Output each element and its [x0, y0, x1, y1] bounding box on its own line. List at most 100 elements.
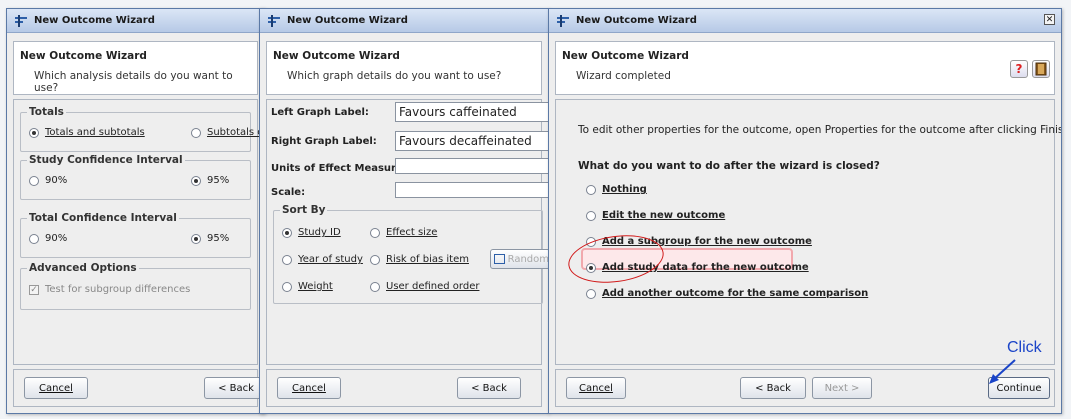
back-button[interactable]: < Back	[457, 377, 521, 399]
wizard-footer: Cancel < Back Next > Continue	[555, 369, 1055, 407]
title-bar[interactable]: New Outcome Wizard	[260, 9, 548, 33]
wizard-window-icon	[267, 14, 281, 27]
group-title: Study Confidence Interval	[27, 154, 185, 166]
study-ci-group: Study Confidence Interval 90% 95%	[20, 154, 251, 200]
right-graph-label: Right Graph Label:	[271, 136, 377, 147]
edit-new-outcome-radio[interactable]: Edit the new outcome	[586, 210, 725, 221]
close-icon[interactable]: ✕	[1044, 14, 1055, 25]
sort-by-group: Sort By Study ID Effect size Year of stu…	[273, 204, 548, 304]
window-title: New Outcome Wizard	[287, 15, 408, 26]
cancel-button[interactable]: Cancel	[566, 377, 626, 399]
nothing-radio[interactable]: Nothing	[586, 184, 647, 195]
button-label: Random	[507, 253, 549, 265]
click-annotation-label: Click	[1007, 339, 1042, 356]
scale-label: Scale:	[271, 187, 306, 198]
help-icon[interactable]: ?	[1010, 60, 1028, 78]
radio-label: Study ID	[298, 227, 341, 238]
wizard-header: New Outcome Wizard Which graph details d…	[266, 41, 542, 95]
units-of-effect-measure-input[interactable]	[395, 158, 548, 174]
next-button[interactable]: Next >	[812, 377, 872, 399]
radio-icon	[282, 254, 292, 265]
group-title: Sort By	[280, 204, 328, 216]
radio-label: Edit the new outcome	[602, 210, 726, 221]
wizard-completed-dialog: New Outcome Wizard ✕ New Outcome Wizard …	[548, 8, 1062, 414]
checkbox-checked-icon: ✓	[29, 284, 39, 295]
random-button[interactable]: Random	[490, 249, 549, 269]
button-label: Cancel	[579, 382, 613, 394]
wizard-window-icon	[14, 14, 28, 27]
total-ci-group: Total Confidence Interval 90% 95%	[20, 212, 251, 258]
radio-icon	[191, 127, 201, 138]
radio-label: Add another outcome for the same compari…	[602, 288, 869, 299]
sort-year-radio[interactable]: Year of study	[282, 254, 363, 265]
radio-label: Totals and subtotals	[45, 127, 145, 138]
radio-label: Risk of bias item	[386, 254, 469, 265]
group-title: Advanced Options	[27, 262, 139, 274]
radio-label: 90%	[45, 233, 68, 244]
book-icon[interactable]	[1032, 60, 1050, 78]
totals-and-subtotals-radio[interactable]: Totals and subtotals	[29, 127, 145, 138]
radio-icon	[29, 175, 39, 186]
total-ci-90-radio[interactable]: 90%	[29, 233, 67, 244]
study-ci-95-radio[interactable]: 95%	[191, 175, 229, 186]
sort-weight-radio[interactable]: Weight	[282, 281, 333, 292]
sort-risk-of-bias-radio[interactable]: Risk of bias item	[370, 254, 469, 265]
radio-icon	[370, 227, 380, 238]
wizard-footer: Cancel < Back	[13, 369, 264, 407]
add-another-outcome-radio[interactable]: Add another outcome for the same compari…	[586, 288, 868, 299]
totals-group: Totals Totals and subtotals Subtotals on…	[20, 106, 264, 152]
back-button[interactable]: < Back	[204, 377, 264, 399]
header-title: New Outcome Wizard	[20, 50, 147, 62]
sort-effect-size-radio[interactable]: Effect size	[370, 227, 437, 238]
window-title: New Outcome Wizard	[576, 15, 697, 26]
subgroup-differences-checkbox[interactable]: ✓ Test for subgroup differences	[29, 284, 190, 295]
table-icon	[494, 254, 505, 264]
graph-details-dialog: New Outcome Wizard New Outcome Wizard Wh…	[259, 8, 549, 414]
back-button[interactable]: < Back	[740, 377, 806, 399]
radio-label: 95%	[207, 233, 230, 244]
radio-label: Nothing	[602, 184, 647, 195]
checkbox-label: Test for subgroup differences	[45, 284, 191, 295]
radio-label: 95%	[207, 175, 230, 186]
radio-selected-icon	[29, 127, 39, 138]
button-label: < Back	[218, 382, 254, 394]
radio-icon	[29, 233, 39, 244]
radio-icon	[586, 184, 596, 195]
right-graph-label-input[interactable]: Favours decaffeinated	[395, 131, 548, 151]
title-bar[interactable]: New Outcome Wizard ✕	[549, 9, 1061, 33]
radio-selected-icon	[282, 227, 292, 238]
left-graph-label-input[interactable]: Favours caffeinated	[395, 102, 548, 122]
radio-label: Effect size	[386, 227, 438, 238]
advanced-options-group: Advanced Options ✓ Test for subgroup dif…	[20, 262, 251, 310]
radio-label: 90%	[45, 175, 68, 186]
wizard-header: New Outcome Wizard Wizard completed ?	[555, 41, 1055, 95]
group-title: Totals	[27, 106, 66, 118]
wizard-content: Left Graph Label: Favours caffeinated Ri…	[266, 99, 548, 365]
radio-icon	[586, 288, 596, 299]
wizard-footer: Cancel < Back	[266, 369, 542, 407]
study-ci-90-radio[interactable]: 90%	[29, 175, 67, 186]
cancel-button[interactable]: Cancel	[24, 377, 88, 399]
cancel-button[interactable]: Cancel	[277, 377, 341, 399]
header-subtitle: Wizard completed	[576, 70, 671, 82]
scale-input[interactable]	[395, 182, 548, 198]
sort-study-id-radio[interactable]: Study ID	[282, 227, 341, 238]
radio-icon	[282, 281, 292, 292]
button-label: < Back	[471, 382, 507, 394]
total-ci-95-radio[interactable]: 95%	[191, 233, 229, 244]
radio-label: Weight	[298, 281, 333, 292]
wizard-content: To edit other properties for the outcome…	[555, 99, 1061, 365]
info-text: To edit other properties for the outcome…	[578, 124, 1062, 136]
header-title: New Outcome Wizard	[562, 50, 689, 62]
radio-selected-icon	[191, 233, 201, 244]
question-text: What do you want to do after the wizard …	[578, 160, 880, 172]
sort-user-defined-radio[interactable]: User defined order	[370, 281, 479, 292]
wizard-header: New Outcome Wizard Which analysis detail…	[13, 41, 258, 95]
radio-label: Subtotals only	[207, 127, 264, 138]
title-bar[interactable]: New Outcome Wizard	[7, 9, 264, 33]
wizard-content: Totals Totals and subtotals Subtotals on…	[13, 99, 264, 365]
subtotals-only-radio[interactable]: Subtotals only	[191, 127, 264, 138]
radio-icon	[586, 210, 596, 221]
radio-icon	[370, 254, 380, 265]
header-subtitle: Which graph details do you want to use?	[287, 70, 502, 82]
